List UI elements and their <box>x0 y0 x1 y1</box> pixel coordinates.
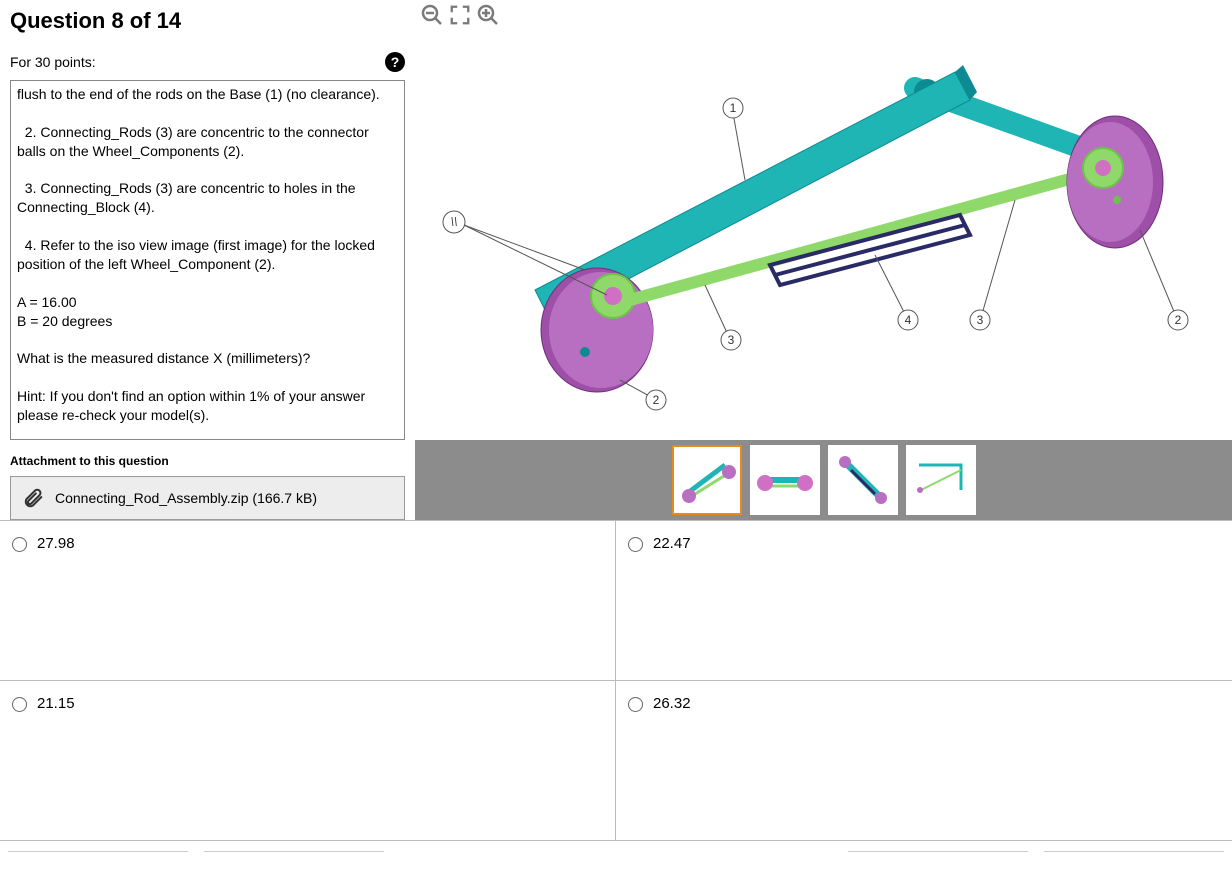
svg-text:3: 3 <box>728 333 735 347</box>
svg-text:2: 2 <box>653 393 660 407</box>
assembly-diagram: 1 2 3 4 3 2 <box>415 0 1232 440</box>
paperclip-icon <box>23 487 45 509</box>
image-viewer-panel: 1 2 3 4 3 2 <box>415 0 1232 520</box>
radio-icon <box>12 697 27 712</box>
answer-option-c[interactable]: 21.15 <box>0 680 616 840</box>
answer-option-a[interactable]: 27.98 <box>0 520 616 680</box>
thumbnail-2[interactable] <box>750 445 820 515</box>
thumbnail-3[interactable] <box>828 445 898 515</box>
answer-grid: 27.98 22.47 21.15 26.32 <box>0 520 1232 840</box>
points-label: For 30 points: <box>10 54 96 70</box>
question-title: Question 8 of 14 <box>10 8 405 34</box>
answer-label: 27.98 <box>37 535 75 552</box>
thumbnail-1[interactable] <box>672 445 742 515</box>
answer-option-d[interactable]: 26.32 <box>616 680 1232 840</box>
answer-option-b[interactable]: 22.47 <box>616 520 1232 680</box>
svg-text:3: 3 <box>977 313 984 327</box>
question-body-textarea[interactable]: flush to the end of the rods on the Base… <box>10 80 405 440</box>
svg-text:2: 2 <box>1175 313 1182 327</box>
svg-text:4: 4 <box>905 313 912 327</box>
attachment-download[interactable]: Connecting_Rod_Assembly.zip (166.7 kB) <box>10 476 405 520</box>
question-panel: Question 8 of 14 For 30 points: ? flush … <box>0 0 415 520</box>
footer-button-2[interactable] <box>204 851 384 852</box>
footer-button-4[interactable] <box>1044 851 1224 852</box>
answer-label: 22.47 <box>653 535 691 552</box>
footer-button-1[interactable] <box>8 851 188 852</box>
main-image-viewer[interactable]: 1 2 3 4 3 2 <box>415 0 1232 440</box>
thumbnail-strip <box>415 440 1232 520</box>
attachment-filename: Connecting_Rod_Assembly.zip (166.7 kB) <box>55 490 317 506</box>
footer-bar <box>0 840 1232 852</box>
radio-icon <box>628 537 643 552</box>
answer-label: 21.15 <box>37 695 75 712</box>
help-icon[interactable]: ? <box>385 52 405 72</box>
attachment-section-label: Attachment to this question <box>10 454 405 468</box>
footer-button-3[interactable] <box>848 851 1028 852</box>
radio-icon <box>12 537 27 552</box>
svg-text:1: 1 <box>730 101 737 115</box>
radio-icon <box>628 697 643 712</box>
answer-label: 26.32 <box>653 695 691 712</box>
svg-text:\\: \\ <box>451 215 458 229</box>
thumbnail-4[interactable] <box>906 445 976 515</box>
points-row: For 30 points: ? <box>10 52 405 72</box>
